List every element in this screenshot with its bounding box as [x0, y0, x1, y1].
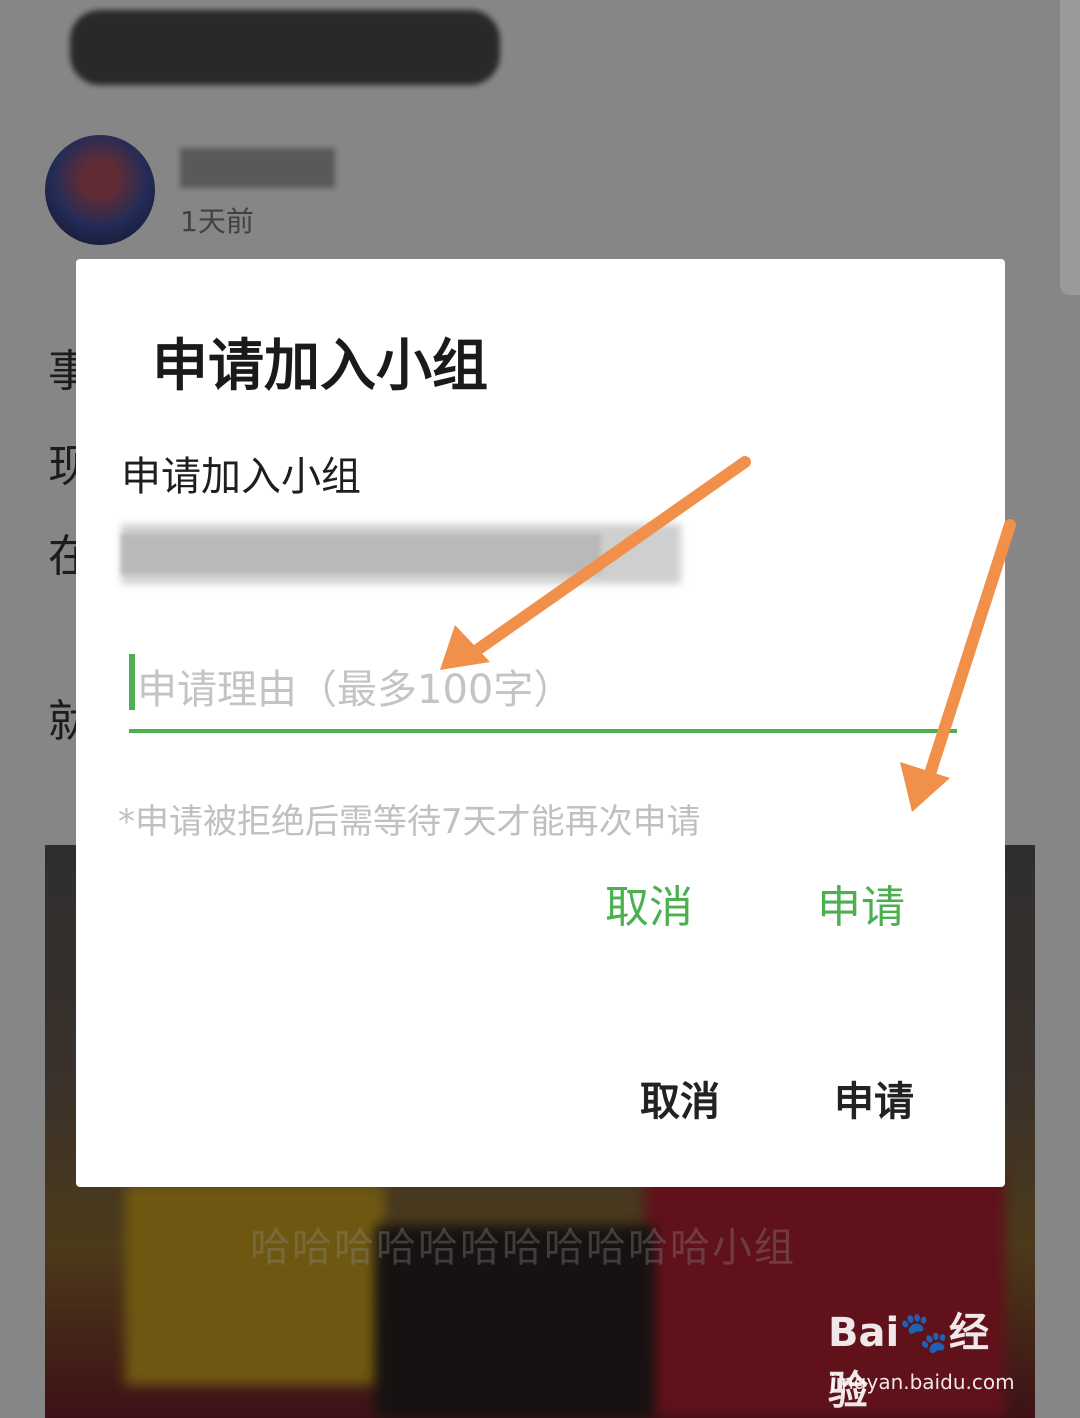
- blurred-group-info: [121, 534, 601, 574]
- apply-button-bottom[interactable]: 申请: [834, 1069, 914, 1127]
- watermark-url: jingyan.baidu.com: [830, 1370, 1015, 1394]
- reason-input[interactable]: [129, 651, 957, 733]
- text-caret: [129, 654, 135, 710]
- baidu-logo: Bai🐾经验: [828, 1310, 989, 1414]
- dialog-subtitle: 申请加入小组: [121, 454, 361, 500]
- apply-button[interactable]: 申请: [817, 871, 905, 935]
- cancel-button[interactable]: 取消: [605, 871, 693, 935]
- join-group-dialog: 申请加入小组 申请加入小组 *申请被拒绝后需等待7天才能再次申请 取消 申请 取…: [76, 259, 1005, 1187]
- rejection-hint: *申请被拒绝后需等待7天才能再次申请: [118, 802, 701, 842]
- dialog-title: 申请加入小组: [152, 334, 488, 399]
- scrollbar[interactable]: [1060, 0, 1080, 295]
- cancel-button-bottom[interactable]: 取消: [640, 1069, 720, 1127]
- baidu-watermark: Bai🐾经验 jingyan.baidu.com: [828, 1300, 1028, 1414]
